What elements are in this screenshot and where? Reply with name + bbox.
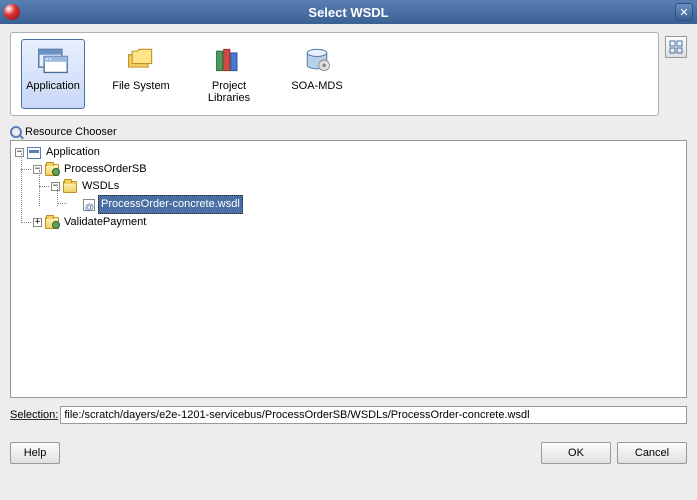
source-application[interactable]: Application: [21, 39, 85, 109]
application-icon: [35, 44, 71, 76]
tree-expand-toggle[interactable]: +: [33, 218, 42, 227]
magnifier-icon: [10, 126, 22, 138]
application-node-icon: [27, 147, 41, 159]
ok-button[interactable]: OK: [541, 442, 611, 464]
source-soa-mds[interactable]: SOA-MDS: [285, 39, 349, 109]
app-logo-icon: [4, 4, 20, 20]
source-tabs: Application File System: [10, 32, 659, 116]
folder-icon: [63, 181, 77, 193]
source-label: Application: [26, 80, 80, 92]
source-file-system[interactable]: File System: [109, 39, 173, 109]
wsdl-file-icon: [83, 199, 95, 211]
titlebar: Select WSDL ✕: [0, 0, 697, 24]
database-icon: [299, 44, 335, 76]
source-label: File System: [112, 80, 169, 92]
window-title: Select WSDL: [308, 5, 388, 20]
source-label: SOA-MDS: [291, 80, 342, 92]
source-label: Project Libraries: [200, 80, 258, 104]
view-toggle-button[interactable]: [665, 36, 687, 58]
source-project-libraries[interactable]: Project Libraries: [197, 39, 261, 109]
tree-node-processordersb[interactable]: ProcessOrderSB: [62, 161, 149, 178]
close-button[interactable]: ✕: [675, 3, 693, 21]
tree-node-validatepayment[interactable]: ValidatePayment: [62, 214, 148, 231]
tree-node-application[interactable]: Application: [44, 144, 102, 161]
folder-stack-icon: [123, 44, 159, 76]
project-folder-icon: [45, 217, 59, 229]
tree-node-wsdls[interactable]: WSDLs: [80, 178, 121, 195]
tree-node-wsdl-file[interactable]: ProcessOrder-concrete.wsdl: [98, 195, 243, 214]
resource-chooser-label: Resource Chooser: [10, 126, 687, 138]
resource-tree[interactable]: − Application − ProcessOrderSB −: [10, 140, 687, 398]
cancel-button[interactable]: Cancel: [617, 442, 687, 464]
tree-collapse-toggle[interactable]: −: [15, 148, 24, 157]
help-button[interactable]: Help: [10, 442, 60, 464]
tree-collapse-toggle[interactable]: −: [51, 182, 60, 191]
selection-input[interactable]: [60, 406, 687, 424]
project-folder-icon: [45, 164, 59, 176]
library-books-icon: [211, 44, 247, 76]
tree-collapse-toggle[interactable]: −: [33, 165, 42, 174]
selection-label: Selection:: [10, 409, 58, 421]
